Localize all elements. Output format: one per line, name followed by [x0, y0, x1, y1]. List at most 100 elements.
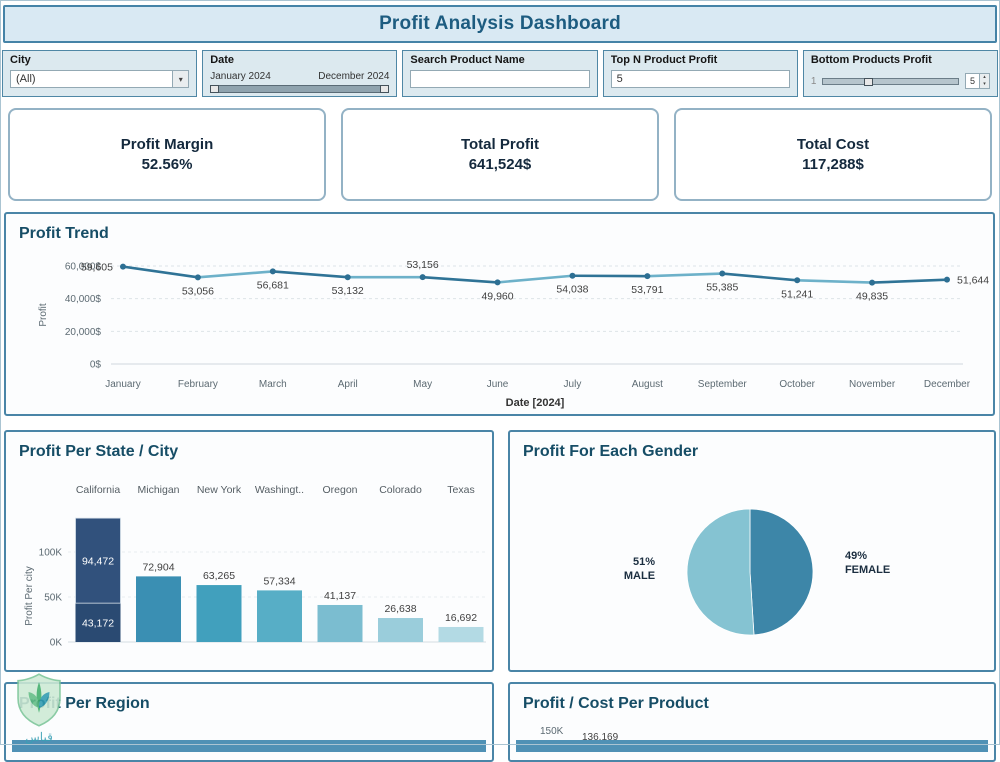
svg-text:72,904: 72,904 — [142, 561, 174, 573]
svg-text:Date [2024]: Date [2024] — [506, 397, 565, 409]
section-profit-per-gender: Profit For Each Gender 49%FEMALE51%MALE — [508, 430, 996, 672]
svg-text:51,644: 51,644 — [957, 275, 989, 287]
svg-text:July: July — [564, 379, 582, 390]
svg-text:Oregon: Oregon — [322, 484, 357, 496]
section-profit-per-region: Profit Per Region — [4, 682, 494, 762]
svg-text:53,791: 53,791 — [631, 284, 663, 296]
svg-text:Colorado: Colorado — [379, 484, 422, 496]
svg-text:December: December — [924, 379, 971, 390]
section-profit-trend: Profit Trend 0$20,000$40,000$60,000$Prof… — [4, 212, 995, 416]
svg-text:53,132: 53,132 — [332, 285, 364, 297]
svg-text:53,156: 53,156 — [407, 259, 439, 271]
date-range-slider[interactable] — [210, 85, 389, 93]
dashboard-header: Profit Analysis Dashboard — [3, 5, 997, 43]
svg-text:Profit: Profit — [38, 303, 49, 327]
svg-text:FEMALE: FEMALE — [845, 564, 890, 576]
svg-text:57,334: 57,334 — [263, 575, 295, 587]
kpi-label: Profit Margin — [121, 136, 214, 153]
region-chart-cropped-area[interactable] — [12, 740, 486, 752]
spinner-down-icon[interactable]: ▾ — [980, 81, 989, 88]
svg-text:63,265: 63,265 — [203, 570, 235, 582]
svg-text:0K: 0K — [50, 638, 63, 649]
top-n-input[interactable] — [611, 70, 790, 88]
top-n-filter-label: Top N Product Profit — [611, 54, 790, 67]
section-profit-per-state: Profit Per State / City 0K50K100KProfit … — [4, 430, 494, 672]
svg-text:56,681: 56,681 — [257, 279, 289, 291]
gender-pie-chart[interactable]: 49%FEMALE51%MALE — [516, 468, 990, 668]
kpi-total-profit: Total Profit 641,524$ — [341, 108, 659, 201]
svg-text:49%: 49% — [845, 550, 867, 562]
watermark-logo: قياس — [1, 671, 77, 745]
state-section-title: Profit Per State / City — [6, 432, 492, 462]
search-filter-label: Search Product Name — [410, 54, 589, 67]
bottom-products-spinner[interactable]: 5 ▴ ▾ — [965, 73, 990, 89]
date-end-value: December 2024 — [318, 71, 389, 82]
filter-bottom-products: Bottom Products Profit 1 5 ▴ ▾ — [803, 50, 998, 97]
svg-text:94,472: 94,472 — [82, 556, 114, 568]
product-section-title: Profit / Cost Per Product — [510, 684, 994, 714]
bottom-filter-label: Bottom Products Profit — [811, 54, 990, 67]
kpi-value: 117,288$ — [802, 156, 864, 173]
date-filter-label: Date — [210, 54, 389, 67]
filter-search-product: Search Product Name — [402, 50, 597, 97]
date-range-values: January 2024 December 2024 — [210, 71, 389, 82]
svg-text:0$: 0$ — [90, 360, 102, 371]
kpi-row: Profit Margin 52.56% Total Profit 641,52… — [8, 108, 992, 201]
svg-text:26,638: 26,638 — [384, 603, 416, 615]
leaf-shield-icon — [10, 671, 68, 729]
svg-text:Michigan: Michigan — [137, 484, 179, 496]
bottom-spinner-value: 5 — [966, 74, 979, 88]
svg-text:March: March — [259, 379, 287, 390]
svg-text:50K: 50K — [44, 593, 62, 604]
svg-text:January: January — [105, 379, 141, 390]
svg-text:40,000$: 40,000$ — [65, 294, 102, 305]
kpi-value: 52.56% — [142, 156, 193, 173]
spinner-up-icon[interactable]: ▴ — [980, 74, 989, 81]
bottom-products-slider[interactable] — [822, 78, 959, 85]
svg-text:55,385: 55,385 — [706, 282, 738, 294]
filter-date: Date January 2024 December 2024 — [202, 50, 397, 97]
svg-text:June: June — [487, 379, 509, 390]
state-city-bar-chart[interactable]: 0K50K100KProfit Per cityCaliforniaMichig… — [12, 468, 492, 668]
svg-text:16,692: 16,692 — [445, 612, 477, 624]
svg-text:49,835: 49,835 — [856, 291, 888, 303]
filter-top-n: Top N Product Profit — [603, 50, 798, 97]
profit-trend-line-chart[interactable]: 0$20,000$40,000$60,000$Profit59,60553,05… — [10, 248, 993, 414]
svg-text:53,056: 53,056 — [182, 285, 214, 297]
product-search-input[interactable] — [410, 70, 589, 88]
svg-text:California: California — [76, 484, 121, 496]
svg-text:MALE: MALE — [624, 570, 655, 582]
watermark-text: قياس — [1, 730, 77, 744]
svg-text:41,137: 41,137 — [324, 590, 356, 602]
svg-text:September: September — [698, 379, 748, 390]
bottom-slider-handle[interactable] — [864, 78, 873, 86]
svg-text:54,038: 54,038 — [556, 284, 588, 296]
kpi-label: Total Profit — [461, 136, 539, 153]
chevron-down-icon[interactable]: ▾ — [172, 71, 188, 87]
filter-bar: City (All) ▾ Date January 2024 December … — [2, 50, 998, 97]
product-chart-cropped-area[interactable] — [516, 740, 988, 752]
svg-text:October: October — [779, 379, 815, 390]
section-profit-cost-per-product: Profit / Cost Per Product 150K 136,169 — [508, 682, 996, 762]
svg-text:April: April — [338, 379, 358, 390]
kpi-label: Total Cost — [797, 136, 869, 153]
city-filter-label: City — [10, 54, 189, 67]
page-title: Profit Analysis Dashboard — [379, 13, 621, 35]
svg-text:November: November — [849, 379, 896, 390]
date-start-value: January 2024 — [210, 71, 271, 82]
svg-text:43,172: 43,172 — [82, 618, 114, 630]
kpi-value: 641,524$ — [469, 156, 532, 173]
svg-text:Texas: Texas — [447, 484, 474, 496]
trend-section-title: Profit Trend — [6, 214, 993, 244]
svg-text:59,605: 59,605 — [81, 262, 113, 274]
kpi-total-cost: Total Cost 117,288$ — [674, 108, 992, 201]
svg-text:49,960: 49,960 — [481, 290, 513, 302]
svg-text:Washingt..: Washingt.. — [255, 484, 304, 496]
city-dropdown[interactable]: (All) ▾ — [10, 70, 189, 88]
svg-text:May: May — [413, 379, 432, 390]
bottom-slider-min-value: 1 — [811, 76, 817, 87]
filter-city: City (All) ▾ — [2, 50, 197, 97]
svg-text:New York: New York — [197, 484, 242, 496]
date-slider-right-handle[interactable] — [380, 85, 389, 93]
date-slider-left-handle[interactable] — [210, 85, 219, 93]
